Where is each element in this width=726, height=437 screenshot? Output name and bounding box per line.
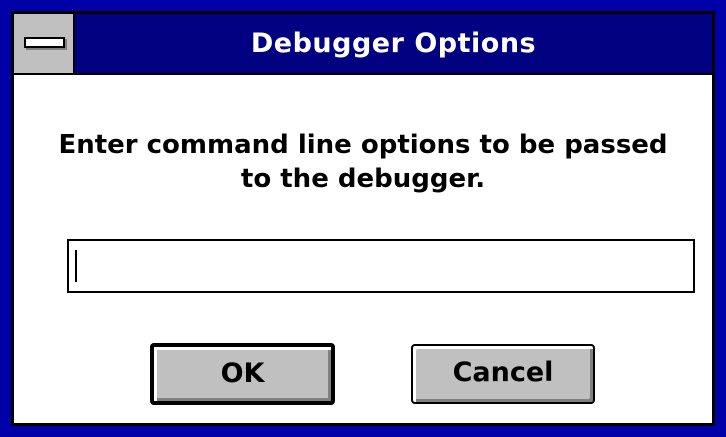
title-bar[interactable]: Debugger Options (14, 14, 712, 75)
system-menu-icon (24, 37, 65, 48)
dialog-title: Debugger Options (250, 28, 537, 59)
system-menu-button[interactable] (14, 14, 75, 73)
cancel-button-label: Cancel (452, 357, 554, 388)
ok-button-label: OK (220, 358, 265, 389)
dialog-client-area: Debugger Options Enter command line opti… (11, 11, 715, 426)
cancel-button[interactable]: Cancel (411, 344, 595, 404)
prompt-message-line-1: Enter command line options to be passed (58, 130, 668, 160)
options-input[interactable] (67, 239, 695, 293)
prompt-message-line-2: to the debugger. (240, 164, 486, 194)
ok-button[interactable]: OK (150, 343, 335, 405)
dialog-window: Debugger Options Enter command line opti… (0, 0, 726, 437)
text-caret (75, 250, 77, 282)
prompt-message: Enter command line options to be passed … (14, 128, 712, 196)
